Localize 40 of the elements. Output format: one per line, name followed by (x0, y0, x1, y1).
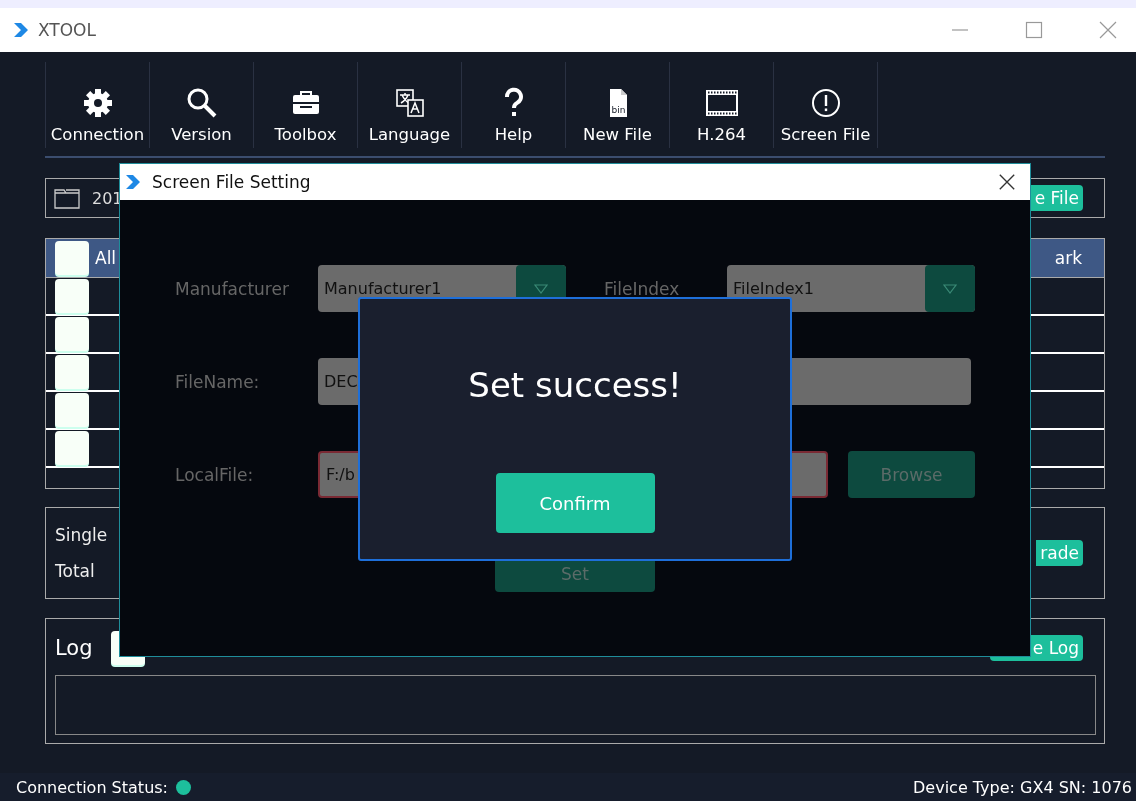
progress-label: Single (55, 525, 108, 545)
toolbar-button[interactable]: Toolbox (254, 62, 358, 148)
column-header: All (95, 248, 118, 268)
toolbar-button[interactable]: Help (462, 62, 566, 148)
translate-icon (393, 87, 426, 119)
checkbox[interactable] (55, 317, 89, 351)
checkbox[interactable] (55, 431, 89, 465)
device-info: Device Type: GX4 SN: 1076 (913, 777, 1132, 797)
alert-icon (809, 87, 842, 119)
toolbar-button[interactable]: Screen File (774, 62, 878, 148)
maximize-icon[interactable] (1024, 20, 1044, 40)
field-label: LocalFile: (175, 464, 255, 485)
file-path: 201 (92, 188, 123, 208)
gear-icon (81, 87, 114, 119)
dropdown-arrow-icon (534, 283, 548, 294)
file-index-dropdown[interactable]: FileIndex1 (727, 265, 975, 312)
field-label: Manufacturer (175, 278, 290, 299)
checkbox[interactable] (55, 393, 89, 427)
toolbar-button[interactable]: bin New File (566, 62, 670, 148)
log-title: Log (55, 636, 93, 660)
progress-label: Total (55, 561, 96, 581)
dropdown-arrow-icon (943, 283, 957, 294)
folder-icon[interactable] (54, 187, 80, 209)
checkbox[interactable] (55, 279, 89, 313)
toolbar-button[interactable]: Connection (46, 62, 150, 148)
toolbar-button[interactable]: H.264 (670, 62, 774, 148)
field-label: FileName: (175, 371, 261, 392)
close-icon[interactable] (998, 173, 1016, 191)
connection-status-label: Connection Status: (16, 777, 168, 797)
toolbar-button[interactable]: Version (150, 62, 254, 148)
checkbox[interactable] (55, 355, 89, 389)
dialog-title: Screen File Setting (152, 172, 311, 192)
column-header: ark (1054, 248, 1083, 268)
field-label: FileIndex (604, 278, 681, 299)
toolbar-button[interactable]: Language (358, 62, 462, 148)
window-title: XTOOL (38, 20, 96, 40)
film-icon (703, 87, 740, 119)
success-message: Set success! (468, 365, 682, 405)
checkbox[interactable] (55, 241, 89, 275)
search-icon (185, 87, 218, 119)
